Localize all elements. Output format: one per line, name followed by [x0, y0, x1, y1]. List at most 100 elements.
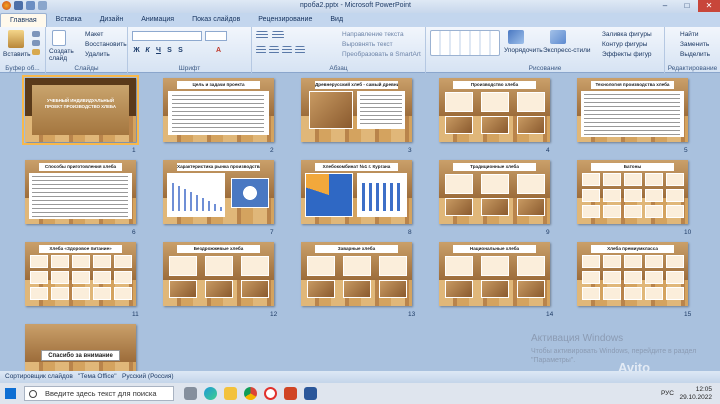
slide-title-panel — [32, 85, 129, 135]
underline-icon[interactable]: Ч — [154, 46, 163, 55]
align-center-icon[interactable] — [269, 46, 279, 54]
smartart-button[interactable]: Преобразовать в SmartArt — [342, 51, 421, 58]
font-color-icon[interactable]: A — [214, 46, 223, 55]
slide-thumbnail[interactable]: Технология производства хлеба — [577, 78, 688, 142]
align-left-icon[interactable] — [256, 46, 266, 54]
cut-icon[interactable] — [32, 31, 40, 37]
font-size-select[interactable] — [205, 31, 227, 41]
minimize-icon[interactable]: – — [654, 0, 676, 12]
slide-thumbnail[interactable]: Батоны — [577, 160, 688, 224]
chart-bar — [219, 206, 223, 212]
reset-button[interactable]: Восстановить — [85, 41, 127, 48]
redo-icon[interactable] — [38, 1, 47, 10]
status-theme: "Тема Office" — [78, 373, 117, 380]
tab-animation[interactable]: Анимация — [132, 13, 183, 27]
find-button[interactable]: Найти — [680, 31, 699, 38]
undo-icon[interactable] — [26, 1, 35, 10]
slide-thumbnail[interactable]: Традиционные хлеба — [439, 160, 550, 224]
slide-photo — [30, 271, 48, 284]
tab-insert[interactable]: Вставка — [47, 13, 91, 27]
strike-icon[interactable]: S — [165, 46, 174, 55]
justify-icon[interactable] — [295, 46, 305, 54]
slide-thumbnail[interactable]: Хлеба «Здоровое питание» — [25, 242, 136, 306]
windows-start-icon[interactable] — [5, 388, 16, 399]
text-line — [32, 192, 128, 194]
status-language[interactable]: Русский (Россия) — [122, 373, 174, 380]
shape-effects-button[interactable]: Эффекты фигур — [602, 51, 652, 58]
align-right-icon[interactable] — [282, 46, 292, 54]
slide-number: 4 — [546, 147, 550, 154]
arrange-icon[interactable] — [508, 30, 524, 44]
tab-home[interactable]: Главная — [0, 13, 47, 27]
text-line — [584, 98, 680, 100]
slide-thumbnail[interactable]: Способы приготовления хлеба — [25, 160, 136, 224]
taskbar-search-input[interactable]: Введите здесь текст для поиска — [24, 386, 174, 401]
slide-photo — [445, 92, 473, 112]
chrome-icon[interactable] — [244, 387, 257, 400]
slide-thumbnail[interactable]: Хлеба премиумкласса — [577, 242, 688, 306]
format-painter-icon[interactable] — [32, 49, 40, 55]
slide-thumbnail[interactable]: Цель и задачи проекта — [163, 78, 274, 142]
numbering-icon[interactable] — [272, 31, 284, 39]
shape-outline-button[interactable]: Контур фигуры — [602, 41, 647, 48]
close-icon[interactable]: ✕ — [698, 0, 720, 12]
explorer-icon[interactable] — [224, 387, 237, 400]
slide-photo — [93, 287, 111, 300]
taskbar-clock[interactable]: 12:05 29.10.2022 — [679, 386, 712, 402]
slide-photo — [666, 173, 684, 186]
yandex-icon[interactable] — [264, 387, 277, 400]
chart-bar — [396, 182, 401, 212]
text-line — [360, 103, 402, 105]
new-slide-button[interactable]: Создать слайд — [49, 48, 74, 62]
tab-view[interactable]: Вид — [321, 13, 352, 27]
save-icon[interactable] — [14, 1, 23, 10]
slide-thumbnail[interactable]: Производство хлеба — [439, 78, 550, 142]
slide-thumbnail[interactable]: УЧЕБНЫЙ ИНДИВИДУАЛЬНЫЙ ПРОЕКТ ПРОИЗВОДСТ… — [22, 75, 139, 145]
paste-icon[interactable] — [8, 30, 24, 48]
maximize-icon[interactable]: □ — [676, 0, 698, 12]
quick-styles-icon[interactable] — [550, 30, 566, 44]
tab-design[interactable]: Дизайн — [91, 13, 133, 27]
font-name-select[interactable] — [132, 31, 202, 41]
slide-photo — [517, 256, 545, 276]
select-button[interactable]: Выделить — [680, 51, 710, 58]
shadow-icon[interactable]: S — [176, 46, 185, 55]
chart-bar — [375, 182, 380, 212]
slide-title: Бездрожжевые хлеба — [177, 245, 260, 253]
slide-thumbnail[interactable]: Древнерусский хлеб - самый древний на до… — [301, 78, 412, 142]
arrange-button[interactable]: Упорядочить — [504, 47, 543, 54]
new-slide-icon[interactable] — [52, 30, 66, 46]
quick-styles-button[interactable]: Экспресс-стили — [543, 47, 591, 54]
align-text-button[interactable]: Выровнять текст — [342, 41, 393, 48]
slide-photo — [343, 280, 371, 298]
slide-thumbnail[interactable]: Национальные хлеба — [439, 242, 550, 306]
slide-thumbnail[interactable]: Хлебокомбинат №1 г. Кургана — [301, 160, 412, 224]
shapes-gallery-icon[interactable] — [430, 30, 500, 56]
slide-thumbnail[interactable]: Бездрожжевые хлеба — [163, 242, 274, 306]
slide-thumbnail[interactable]: Характеристика рынка производства хлеба … — [163, 160, 274, 224]
powerpoint-icon[interactable] — [284, 387, 297, 400]
edge-icon[interactable] — [204, 387, 217, 400]
task-view-icon[interactable] — [184, 387, 197, 400]
delete-button[interactable]: Удалить — [85, 51, 110, 58]
slide-title: Батоны — [591, 163, 674, 171]
layout-button[interactable]: Макет — [85, 31, 103, 38]
office-button-icon[interactable] — [2, 1, 11, 10]
slide-thumbnail[interactable]: Заварные хлеба — [301, 242, 412, 306]
tab-slideshow[interactable]: Показ слайдов — [183, 13, 249, 27]
bullets-icon[interactable] — [256, 31, 268, 39]
group-font: Ж К Ч S S A Шрифт — [128, 27, 252, 73]
slide-photo — [624, 287, 642, 300]
replace-button[interactable]: Заменить — [680, 41, 709, 48]
text-direction-button[interactable]: Направление текста — [342, 31, 404, 38]
copy-icon[interactable] — [32, 40, 40, 46]
italic-icon[interactable]: К — [143, 46, 152, 55]
bold-icon[interactable]: Ж — [132, 46, 141, 55]
shape-fill-button[interactable]: Заливка фигуры — [602, 31, 652, 38]
paste-button[interactable]: Вставить — [3, 51, 31, 58]
tab-review[interactable]: Рецензирование — [249, 13, 321, 27]
keyboard-language[interactable]: РУС — [661, 390, 674, 397]
slide-photo — [379, 280, 407, 298]
chart-bar — [195, 194, 199, 212]
word-icon[interactable] — [304, 387, 317, 400]
